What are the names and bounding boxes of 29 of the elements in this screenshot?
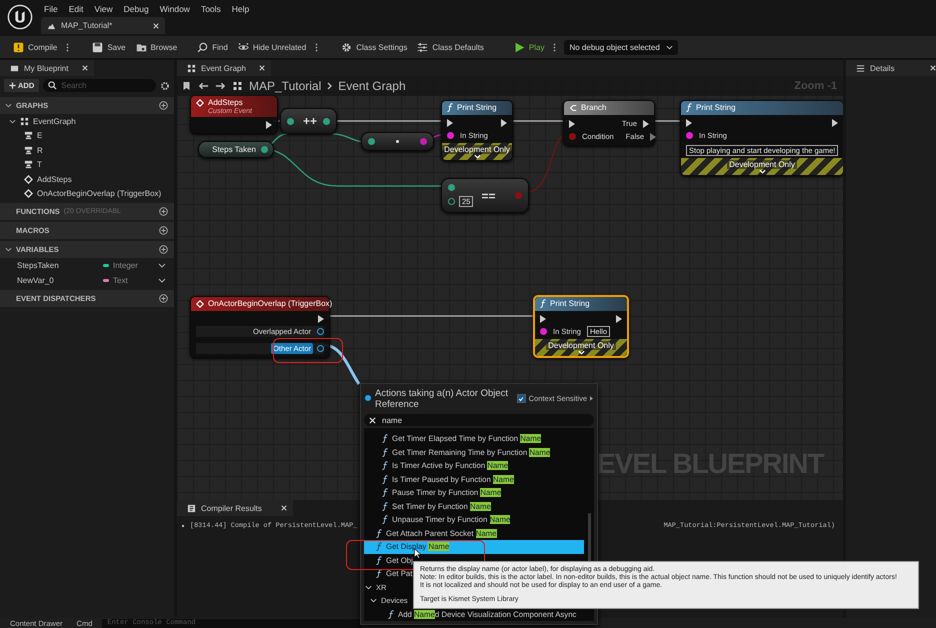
panel-tab-title: Details [870,64,894,72]
tree-label: OnActorBeginOverlap (TriggerBox) [37,189,162,198]
panel-tab-title: Compiler Results [201,504,262,512]
tree-label: E [37,131,42,140]
tree-label: R [37,146,43,155]
node-title: OnActorBeginOverlap (TriggerBox) [208,299,332,309]
variable-type: Text [113,276,128,285]
dropdown-value: No debug object selected [569,42,660,52]
banner-label: Development Only [442,145,512,154]
node-title: Print String [550,299,590,309]
variable-name: StepsTaken [17,261,60,270]
node-title: Branch [581,103,606,113]
graph-tab-title: Event Graph [201,64,246,72]
panel-tab-title: My Blueprint [24,64,68,72]
tree-label: EventGraph [33,116,76,126]
banner-label: Development Only [727,160,797,169]
node-title: Print String [696,103,736,113]
operator-symbol: == [482,188,497,202]
tree-label: T [37,160,42,170]
variable-label: Steps Taken [212,145,256,154]
node-title: Print String [457,103,497,113]
variable-type: Integer [113,261,138,270]
banner-label: Development Only [546,341,616,350]
variable-name: NewVar_0 [17,276,55,285]
tree-label: AddSteps [37,174,72,184]
node-title: AddSteps [208,98,244,108]
operator-symbol: ++ [302,114,317,128]
action-menu-title: Actions taking a(n) Actor Object Reference [375,388,510,410]
document-title: MAP_Tutorial* [61,21,112,30]
